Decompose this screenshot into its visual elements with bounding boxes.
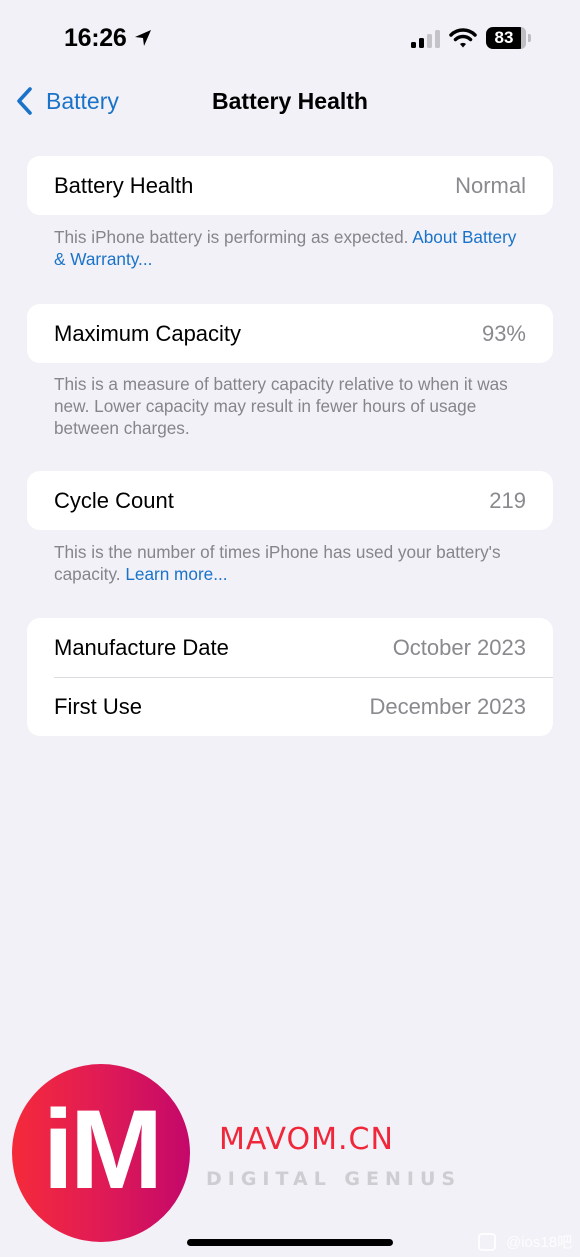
- brand-tagline: DIGITAL GENIUS: [206, 1168, 462, 1190]
- brand-name: MAVOM.CN: [219, 1122, 394, 1157]
- cycle-count-footer: This is the number of times iPhone has u…: [54, 541, 524, 585]
- status-bar: 16:26 83: [0, 0, 580, 70]
- row-value: October 2023: [392, 634, 526, 660]
- row-label: Maximum Capacity: [54, 320, 242, 346]
- manufacture-date-row: Manufacture Date October 2023: [27, 618, 553, 677]
- home-indicator[interactable]: [187, 1239, 393, 1246]
- maximum-capacity-footer: This is a measure of battery capacity re…: [54, 373, 524, 439]
- navigation-bar: Battery Battery Health: [0, 78, 580, 128]
- status-time: 16:26: [64, 24, 127, 52]
- learn-more-link[interactable]: Learn more...: [125, 564, 227, 584]
- footer-text: This is the number of times iPhone has u…: [54, 542, 501, 584]
- row-value: December 2023: [369, 693, 526, 719]
- location-arrow-icon: [135, 30, 151, 46]
- battery-icon: 83: [486, 27, 532, 49]
- watermark: @ios18吧: [478, 1231, 572, 1252]
- dates-group: Manufacture Date October 2023 First Use …: [27, 618, 553, 736]
- row-value: 93%: [481, 320, 526, 346]
- battery-health-row: Battery Health Normal: [27, 156, 553, 215]
- row-label: Cycle Count: [54, 487, 174, 513]
- cycle-count-group: Cycle Count 219: [27, 471, 553, 530]
- first-use-row: First Use December 2023: [27, 677, 553, 736]
- page-title: Battery Health: [212, 88, 368, 114]
- battery-level: 83: [494, 28, 514, 47]
- row-label: Manufacture Date: [54, 634, 229, 660]
- watermark-text: @ios18吧: [506, 1234, 573, 1251]
- row-label: Battery Health: [54, 172, 194, 198]
- cycle-count-row: Cycle Count 219: [27, 471, 553, 530]
- cellular-signal-icon: [411, 30, 440, 48]
- battery-health-group: Battery Health Normal: [27, 156, 553, 215]
- wifi-icon: [449, 28, 477, 48]
- footer-text: This iPhone battery is performing as exp…: [54, 227, 413, 247]
- footer-text: This is a measure of battery capacity re…: [54, 374, 508, 438]
- maximum-capacity-row: Maximum Capacity 93%: [27, 304, 553, 363]
- logo-letters: iM: [42, 1087, 163, 1212]
- row-value: Normal: [455, 172, 526, 198]
- watermark-icon: [478, 1232, 496, 1251]
- maximum-capacity-group: Maximum Capacity 93%: [27, 304, 553, 363]
- battery-health-footer: This iPhone battery is performing as exp…: [54, 226, 524, 270]
- row-label: First Use: [54, 693, 142, 719]
- brand-logo: iM: [12, 1064, 190, 1242]
- row-value: 219: [489, 487, 526, 513]
